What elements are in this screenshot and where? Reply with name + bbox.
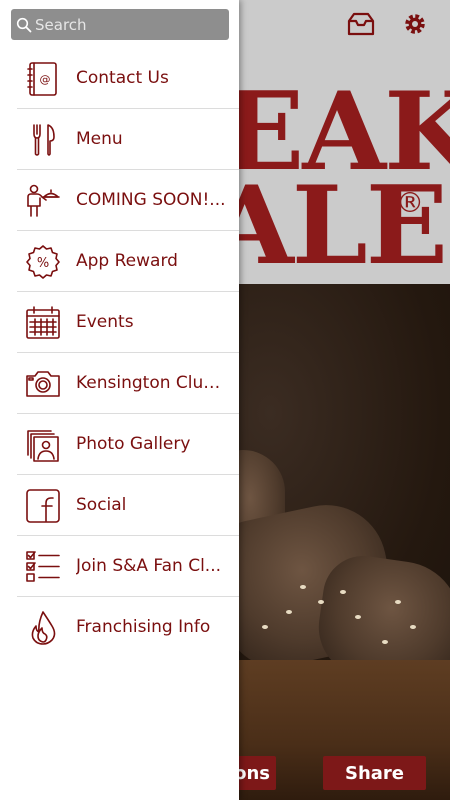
registered-mark: ®: [396, 186, 424, 219]
svg-text:%: %: [37, 256, 49, 271]
menu-item-photo-gallery[interactable]: Photo Gallery: [0, 414, 239, 475]
menu-item-label: Menu: [76, 129, 123, 149]
settings-gear-icon[interactable]: [400, 10, 430, 38]
percent-badge-icon: %: [26, 245, 60, 279]
search-input[interactable]: [35, 9, 229, 40]
menu-item-label: Join S&A Fan Cl...: [76, 556, 222, 576]
menu-item-label: Photo Gallery: [76, 434, 191, 454]
menu-item-label: Franchising Info: [76, 617, 211, 637]
svg-text:@: @: [40, 73, 51, 86]
menu-item-label: Kensington Club...: [76, 373, 226, 393]
menu-item-label: Social: [76, 495, 127, 515]
menu-item-menu[interactable]: Menu: [0, 109, 239, 170]
search-bar[interactable]: [11, 9, 229, 40]
menu-item-social[interactable]: Social: [0, 475, 239, 536]
menu-item-coming-soon[interactable]: COMING SOON!...: [0, 170, 239, 231]
menu-list: @ Contact Us Menu COMING SOON!... % App …: [0, 48, 239, 658]
share-button[interactable]: Share: [323, 756, 426, 790]
menu-item-label: App Reward: [76, 251, 178, 271]
menu-item-join-fan-club[interactable]: Join S&A Fan Cl...: [0, 536, 239, 597]
inbox-icon[interactable]: [346, 10, 376, 38]
menu-item-events[interactable]: Events: [0, 292, 239, 353]
address-book-icon: @: [27, 62, 57, 96]
navigation-drawer: @ Contact Us Menu COMING: [0, 0, 239, 800]
menu-item-franchising-info[interactable]: Franchising Info: [0, 597, 239, 658]
photo-stack-icon: [27, 430, 59, 462]
menu-item-label: Events: [76, 312, 134, 332]
menu-item-kensington-club[interactable]: Kensington Club...: [0, 353, 239, 414]
checklist-icon: [26, 551, 60, 582]
search-icon: [16, 17, 32, 32]
menu-item-contact-us[interactable]: @ Contact Us: [0, 48, 239, 109]
menu-item-label: COMING SOON!...: [76, 190, 226, 210]
fork-knife-icon: [33, 124, 55, 156]
camera-icon: [26, 371, 60, 397]
facebook-icon: [26, 489, 60, 523]
flame-icon: [31, 611, 56, 645]
waiter-serving-icon: [27, 184, 60, 217]
menu-item-app-reward[interactable]: % App Reward: [0, 231, 239, 292]
calendar-icon: [26, 306, 60, 339]
menu-item-label: Contact Us: [76, 68, 169, 88]
